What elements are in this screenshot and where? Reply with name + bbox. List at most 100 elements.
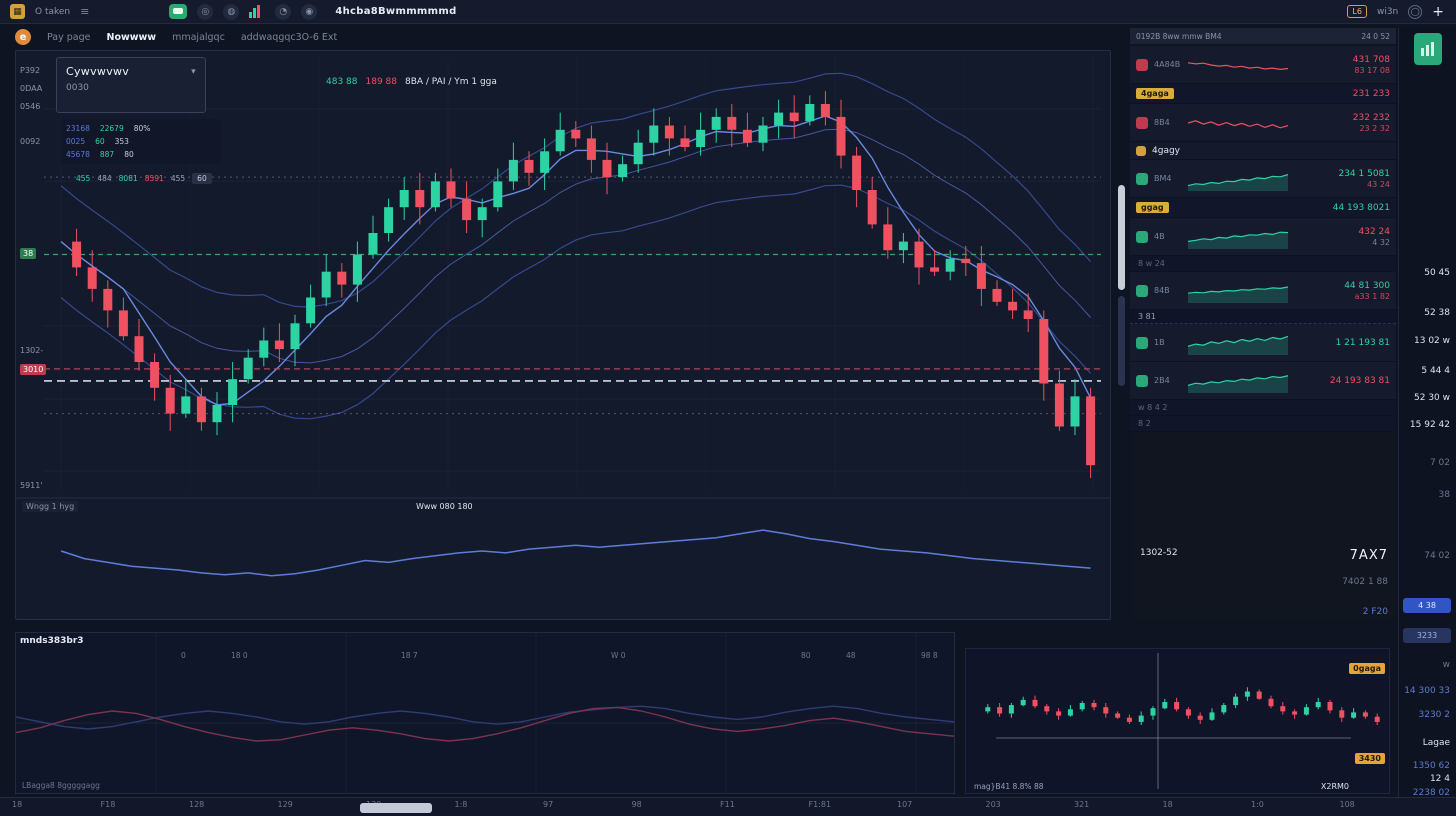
tab-majors[interactable]: mmajalgqc (172, 32, 225, 43)
sparkline-chart (1188, 369, 1288, 393)
row-prices: 432 244 32 (1359, 227, 1391, 247)
watchlist-row[interactable]: 2B424 193 83 81 (1130, 362, 1396, 400)
row-prices: 44 81 300a33 1 82 (1344, 281, 1390, 301)
symbol-selector[interactable]: Cywvwvwv ▾ 0030 (56, 57, 206, 113)
indicator-values-row: 4554848081859145560 (76, 173, 212, 184)
time-axis-label: F11 (720, 800, 735, 809)
price-column-value: 52 38 (1424, 308, 1450, 318)
indicator-tick-label: W 0 (611, 651, 626, 660)
watchlist-row[interactable]: w 8 4 2 (1130, 400, 1396, 416)
indicator-tick-label: 0 (181, 651, 186, 660)
watchlist-row[interactable]: ggag44 193 8021 (1130, 198, 1396, 218)
price-column-value: 38 (1439, 490, 1450, 500)
watchlist-panel: 0192B 8ww mmw BM4 24 0 52 4A84B431 70883… (1130, 28, 1396, 620)
asset-icon (1136, 59, 1148, 71)
indicator-tick-label: 80 (801, 651, 811, 660)
asset-icon (1136, 231, 1148, 243)
watchlist-header-left: 0192B 8ww mmw BM4 (1136, 32, 1222, 41)
account-icon[interactable]: ◯ (1408, 5, 1422, 19)
exchange-logo-icon[interactable]: e (15, 29, 31, 45)
app-icon[interactable]: ▦ (10, 4, 25, 19)
watchlist-row[interactable]: 1B1 21 193 81 (1130, 324, 1396, 362)
legend-stats-row: 231682267980% (66, 122, 216, 135)
tab-extended[interactable]: addwaqgqc3O-6 Ext (241, 32, 337, 43)
camera-icon[interactable]: ◎ (197, 4, 213, 20)
time-axis-label: 1:8 (455, 800, 468, 809)
price-column-value: 15 92 42 (1410, 420, 1450, 430)
watchlist-row[interactable]: 8B4232 23223 2 32 (1130, 104, 1396, 142)
asset-chart-icon[interactable] (1414, 33, 1442, 65)
watchlist-footer-row: 2 F20 (1140, 607, 1388, 617)
time-axis-label: 108 (1340, 800, 1355, 809)
time-axis-label: 321 (1074, 800, 1089, 809)
sparkline-chart (1188, 331, 1288, 355)
tab-bar: e Pay page Nowwww mmajalgqc addwaqgqc3O-… (15, 27, 337, 47)
price-axis-label: 3010 (20, 364, 46, 375)
watchlist-row[interactable]: 4B432 244 32 (1130, 218, 1396, 256)
topbar-right-label: wi3n (1377, 7, 1398, 17)
chevron-down-icon: ▾ (191, 67, 196, 77)
watchlist-row[interactable]: 4gagy (1130, 142, 1396, 160)
price-column-value: 13 02 w (1414, 336, 1450, 346)
price-axis-label: 38 (20, 248, 36, 259)
row-prices: 1 21 193 81 (1336, 338, 1390, 348)
tab-pay-page[interactable]: Pay page (47, 32, 91, 43)
world-icon[interactable]: ◉ (301, 4, 317, 20)
sparkline-chart (1188, 225, 1288, 249)
time-axis-label: F1:81 (809, 800, 832, 809)
price-column-button[interactable]: 3233 (1403, 628, 1451, 643)
price-column-value: 74 02 (1424, 551, 1450, 561)
time-axis-label: 18 (12, 800, 22, 809)
time-axis-label: 129 (278, 800, 293, 809)
mini-chart-footer-right: X2RM0 (1321, 782, 1349, 791)
horizontal-scrollbar[interactable] (360, 803, 432, 813)
price-column-value: Lagae (1423, 738, 1450, 748)
watchlist-row[interactable]: 4gaga231 233 (1130, 84, 1396, 104)
asset-icon (1136, 337, 1148, 349)
price-axis-label: 0DAA (20, 84, 42, 93)
legend-stats-row: 002560353 (66, 135, 216, 148)
trading-app: ▦ O taken ≡ ◎ ◍ ◔ ◉ 4hcba8Bwmmmmmd L6 wi… (0, 0, 1456, 816)
watchlist-row[interactable]: 3 81 (1130, 310, 1396, 324)
vertical-scrollbar[interactable] (1118, 185, 1125, 290)
price-column-button[interactable]: 4 38 (1403, 598, 1451, 613)
watchlist-row[interactable]: 4A84B431 70883 17 08 (1130, 46, 1396, 84)
watchlist-row[interactable]: BM4234 1 508143 24 (1130, 160, 1396, 198)
highlight-tag: ggag (1136, 202, 1169, 213)
tab-now[interactable]: Nowwww (107, 32, 157, 43)
mini-chart-svg[interactable] (966, 649, 1389, 793)
asset-icon (1136, 146, 1146, 156)
price-column-value: 50 45 (1424, 268, 1450, 278)
add-button[interactable]: + (1432, 4, 1444, 20)
globe-icon[interactable]: ◍ (223, 4, 239, 20)
filter-icon[interactable]: ≡ (80, 5, 89, 18)
vertical-scrollbar-track[interactable] (1118, 296, 1125, 386)
mini-chart-panel[interactable]: 0gaga 3430 mag}B41 8.8% 88 X2RM0 (965, 648, 1390, 794)
price-axis-label: 0092 (20, 137, 40, 146)
legend-stats: 231682267980%0025603534567888780 (61, 119, 221, 164)
watchlist-row[interactable]: 8 w 24 (1130, 256, 1396, 272)
indicator-panel[interactable]: mnds383br3 018 018 7W 0804898 8 LBagga8 … (15, 632, 955, 794)
price-column-value: 1350 62 (1413, 761, 1450, 771)
sparkline-chart (1188, 279, 1288, 303)
price-column-value: 7 02 (1430, 458, 1450, 468)
indicator-title: mnds383br3 (20, 636, 84, 646)
bar-chart-icon[interactable] (249, 5, 265, 18)
chat-icon[interactable] (169, 4, 187, 19)
topbar: ▦ O taken ≡ ◎ ◍ ◔ ◉ 4hcba8Bwmmmmmd L6 wi… (0, 0, 1456, 24)
chart-region[interactable]: P3920DAA05460092381302-30105911' Cywvwvw… (15, 50, 1111, 620)
badge-icon[interactable]: L6 (1347, 5, 1367, 18)
watchlist-row[interactable]: 8 2 (1130, 416, 1396, 432)
symbol-name: Cywvwvwv (66, 65, 129, 78)
sparkline-chart (1188, 53, 1288, 77)
watchlist-footer-row: 1302-527AX7 (1140, 548, 1388, 563)
time-axis-label: 107 (897, 800, 912, 809)
legend-stats-row: 4567888780 (66, 148, 216, 161)
watchlist-row[interactable]: 84B44 81 300a33 1 82 (1130, 272, 1396, 310)
sparkline-chart (1188, 167, 1288, 191)
asset-icon (1136, 173, 1148, 185)
indicator-ticks: 018 018 7W 0804898 8 (16, 651, 954, 661)
price-column-value: 12 4 (1430, 774, 1450, 784)
compass-icon[interactable]: ◔ (275, 4, 291, 20)
subpanel-value-label: Www 080 180 (416, 502, 473, 511)
